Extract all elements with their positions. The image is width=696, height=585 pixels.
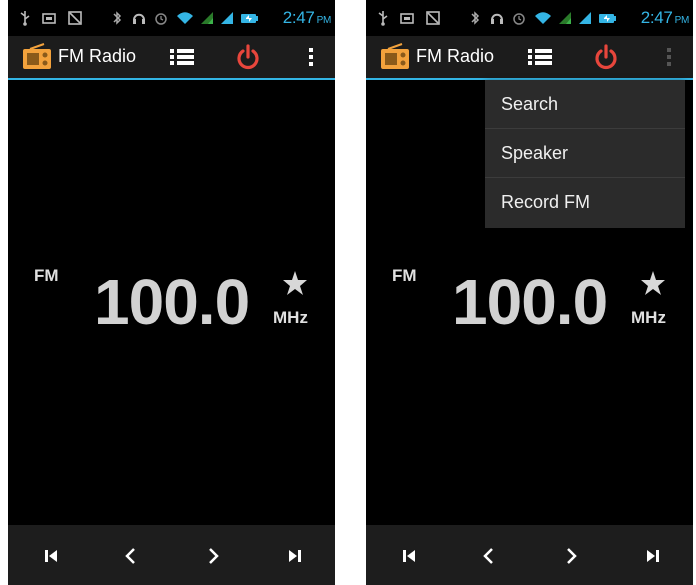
skip-next-icon [289, 550, 301, 562]
seek-previous-station-button[interactable] [38, 543, 64, 569]
tune-down-button[interactable] [118, 543, 144, 569]
signal-icon [579, 12, 591, 24]
band-label: FM [392, 266, 417, 285]
overflow-menu: Search Speaker Record FM [485, 80, 685, 228]
menu-item-speaker[interactable]: Speaker [485, 129, 685, 178]
band-label: FM [34, 266, 59, 285]
chevron-left-icon [483, 548, 493, 564]
overflow-menu-button[interactable] [294, 42, 328, 72]
seek-previous-station-button[interactable] [396, 543, 422, 569]
seek-next-station-button[interactable] [282, 543, 308, 569]
phone-screen-right: 2:47 PM FM Radio FM 100.0 MHz Search Spe… [366, 0, 693, 585]
wifi-icon [535, 12, 551, 24]
notification-icon [68, 11, 82, 25]
frequency-display: 100.0 [452, 266, 608, 338]
tune-up-button[interactable] [558, 543, 584, 569]
power-button[interactable] [231, 42, 265, 72]
status-time: 2:47 PM [640, 8, 690, 27]
chevron-right-icon [567, 548, 577, 564]
menu-item-search[interactable]: Search [485, 80, 685, 129]
sd-card-icon [42, 13, 56, 24]
headset-icon [133, 13, 145, 24]
unit-label: MHz [273, 308, 308, 327]
status-bar: 2:47 PM [366, 0, 693, 36]
bluetooth-icon [113, 11, 122, 25]
frequency-display: 100.0 [94, 266, 250, 338]
action-bar: FM Radio [8, 36, 335, 80]
app-title: FM Radio [416, 46, 495, 66]
power-icon [237, 44, 259, 70]
overflow-menu-button[interactable] [652, 42, 686, 72]
app-title: FM Radio [58, 46, 137, 66]
skip-next-icon [647, 550, 659, 562]
bottom-control-bar [8, 525, 335, 585]
list-icon [528, 49, 552, 65]
bluetooth-icon [471, 11, 480, 25]
action-bar: FM Radio [366, 36, 693, 80]
station-list-button[interactable] [165, 42, 199, 72]
tuner-display: FM 100.0 MHz [8, 80, 335, 525]
signal-icon [221, 12, 233, 24]
notification-icon [426, 11, 440, 25]
battery-icon [599, 14, 616, 23]
phone-screen-left: 2:47 PM FM Radio FM 100.0 MHz [8, 0, 335, 585]
chevron-left-icon [125, 548, 135, 564]
alarm-icon [155, 13, 167, 25]
status-time: 2:47 PM [282, 8, 332, 27]
star-icon[interactable] [640, 270, 666, 296]
signal-icon [201, 12, 213, 24]
headset-icon [491, 13, 503, 24]
bottom-control-bar [366, 525, 693, 585]
overflow-icon [309, 48, 313, 66]
seek-next-station-button[interactable] [640, 543, 666, 569]
alarm-icon [513, 13, 525, 25]
radio-icon [23, 43, 51, 69]
overflow-icon [667, 48, 671, 66]
signal-icon [559, 12, 571, 24]
usb-icon [20, 11, 30, 26]
tune-down-button[interactable] [476, 543, 502, 569]
wifi-icon [177, 12, 193, 24]
power-icon [595, 44, 617, 70]
power-button[interactable] [589, 42, 623, 72]
sd-card-icon [400, 13, 414, 24]
unit-label: MHz [631, 308, 666, 327]
station-list-button[interactable] [523, 42, 557, 72]
radio-icon [381, 43, 409, 69]
skip-previous-icon [403, 550, 415, 562]
list-icon [170, 49, 194, 65]
star-icon[interactable] [282, 270, 308, 296]
skip-previous-icon [45, 550, 57, 562]
battery-icon [241, 14, 258, 23]
chevron-right-icon [209, 548, 219, 564]
status-bar: 2:47 PM [8, 0, 335, 36]
usb-icon [378, 11, 388, 26]
menu-item-record-fm[interactable]: Record FM [485, 178, 685, 227]
tune-up-button[interactable] [200, 543, 226, 569]
